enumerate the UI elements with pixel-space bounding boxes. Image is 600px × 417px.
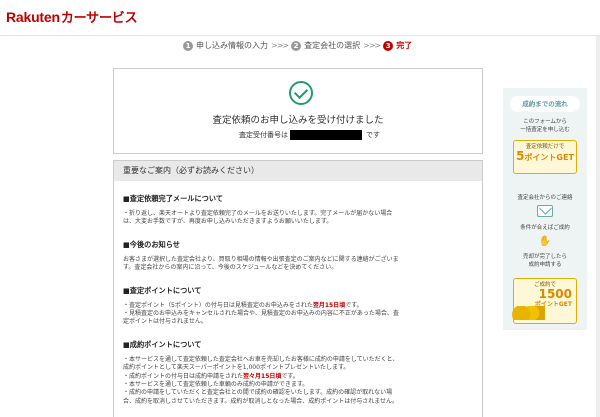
section-text: ・査定ポイント（5ポイント）の付与日は見積査定のお申込みをされた翌月15日頃です…	[123, 302, 473, 327]
text-span: ・査定ポイント（5ポイント）の付与日は見積査定のお申込みをされた	[123, 301, 313, 309]
section-text: お客さまが選択した査定会社より、買取り相場の情報や出張査定のご案内などに関する連…	[123, 256, 473, 273]
text-span: です。	[281, 372, 299, 380]
text-line: ・成約ポイントの付与日は成約申請をされた翌々月15日頃です。	[123, 373, 473, 381]
logo-service: カーサービス	[60, 10, 138, 25]
checkmark-icon	[289, 81, 313, 105]
flow-heading: 成約までの流れ	[510, 96, 580, 112]
text-line: ・査定ポイント（5ポイント）の付与日は見積査定のお申込みをされた翌月15日頃です…	[123, 302, 473, 310]
step-arrow: >>>	[363, 41, 381, 50]
text-span: ・成約ポイントの付与日は成約申請をされた	[123, 372, 244, 380]
confirmation-title: 査定依頼のお申し込みを受け付けました	[212, 115, 384, 126]
mail-icon	[537, 205, 553, 217]
assessment-points-card: 査定依頼だけで 5ポイントGET	[513, 140, 577, 174]
text-line: ・成約の申請をしていただくと査定会社との間で成約の確認をいたします。成約の確認が…	[123, 389, 393, 397]
text-line: お客さまが選択した査定会社より、買取り相場の情報や出張査定のご案内などに関する連…	[123, 255, 399, 263]
section-text: ・本サービスを通して査定依頼した査定会社へお車を売却したお客様に成約の申請をして…	[123, 356, 473, 406]
text-line: 合、成約を取消しさせていただきます。成約が取消しとなった場合、成約ポイントは付与…	[123, 397, 399, 405]
site-header: Rakutenカーサービス	[0, 0, 600, 36]
notice-header: 重要なご案内（必ずお読みください）	[114, 161, 482, 181]
highlight-date: 翌々月15日頃	[243, 372, 282, 380]
redacted-receipt-number	[290, 130, 362, 140]
progress-steps: 1 申し込み情報の入力 >>> 2 査定会社の選択 >>> 3 完了	[183, 40, 412, 51]
page-scrollbar[interactable]	[596, 36, 600, 417]
points-label: ポイントGET	[524, 153, 574, 162]
step-arrow: >>>	[271, 41, 289, 50]
step-3-number: 3	[383, 40, 394, 51]
step-1-number: 1	[183, 40, 193, 51]
highlight-date: 翌月15日頃	[312, 301, 346, 309]
rakuten-car-service-logo[interactable]: Rakutenカーサービス	[6, 7, 138, 26]
section-title: ■査定ポイントについて	[123, 285, 202, 295]
points-number: 1500	[538, 287, 572, 301]
confirmation-box: 査定依頼のお申し込みを受け付けました 査定受付番号は です	[113, 68, 483, 154]
text-line: 売却が完了したら	[522, 254, 567, 260]
flow-intro: このフォームから 一括査定を申し込む	[503, 119, 587, 134]
logo-brand: Rakuten	[6, 9, 60, 25]
text-line: 成約申請する	[528, 261, 562, 268]
text-line: す。査定会社からの案内に沿って、今後のスケジュールなどを決めてください。	[123, 264, 338, 272]
section-title: ■査定依頼完了メールについて	[123, 194, 224, 203]
section-title: ■成約ポイントについて	[123, 339, 202, 349]
card-points: 5ポイントGET	[514, 150, 576, 163]
card-points: 1500	[514, 287, 576, 301]
section-title: ■今後のお知らせ	[123, 239, 180, 249]
flow-after-sale: 売却が完了したら 成約申請する	[503, 254, 587, 269]
step-2-label: 査定会社の選択	[304, 41, 361, 50]
receipt-suffix: です	[366, 131, 380, 139]
step-1-label: 申し込み情報の入力	[196, 41, 268, 50]
step-2-number: 2	[291, 40, 302, 51]
text-line: 一括査定を申し込む	[520, 126, 570, 133]
text-line: は、大変お手数ですが、再度お申し込みいただきますようお願いいたします。	[123, 218, 333, 226]
flow-sidebar: 成約までの流れ このフォームから 一括査定を申し込む 査定依頼だけで 5ポイント…	[503, 88, 587, 330]
text-line: 定ポイントは付与されません。	[123, 318, 207, 326]
coins-icon	[511, 306, 545, 320]
receipt-number: 査定受付番号は です	[239, 130, 380, 140]
text-line: ・本サービスを通して査定依頼した査定会社へお車を売却したお客様に成約の申請をして…	[123, 355, 399, 363]
receipt-label: 査定受付番号は	[239, 131, 288, 139]
important-notice: 重要なご案内（必ずお読みください） ■査定依頼完了メールについて ・折り返し、楽…	[113, 160, 483, 417]
text-span: です。	[345, 301, 363, 309]
flow-agree: 条件が合えばご成約	[520, 225, 570, 231]
section-text: ・折り返し、楽天オートより査定依頼完了のメールをお送りいたします。完了メールが届…	[123, 210, 473, 227]
step-3-label: 完了	[396, 41, 413, 50]
text-line: 成約ポイントとして楽天スーパーポイントを1,000ポイントプレゼントいたします。	[123, 364, 350, 372]
handshake-icon: ✋	[538, 236, 552, 247]
notice-body: ■査定依頼完了メールについて ・折り返し、楽天オートより査定依頼完了のメールをお…	[114, 194, 482, 406]
text-line: このフォームから	[523, 119, 567, 125]
